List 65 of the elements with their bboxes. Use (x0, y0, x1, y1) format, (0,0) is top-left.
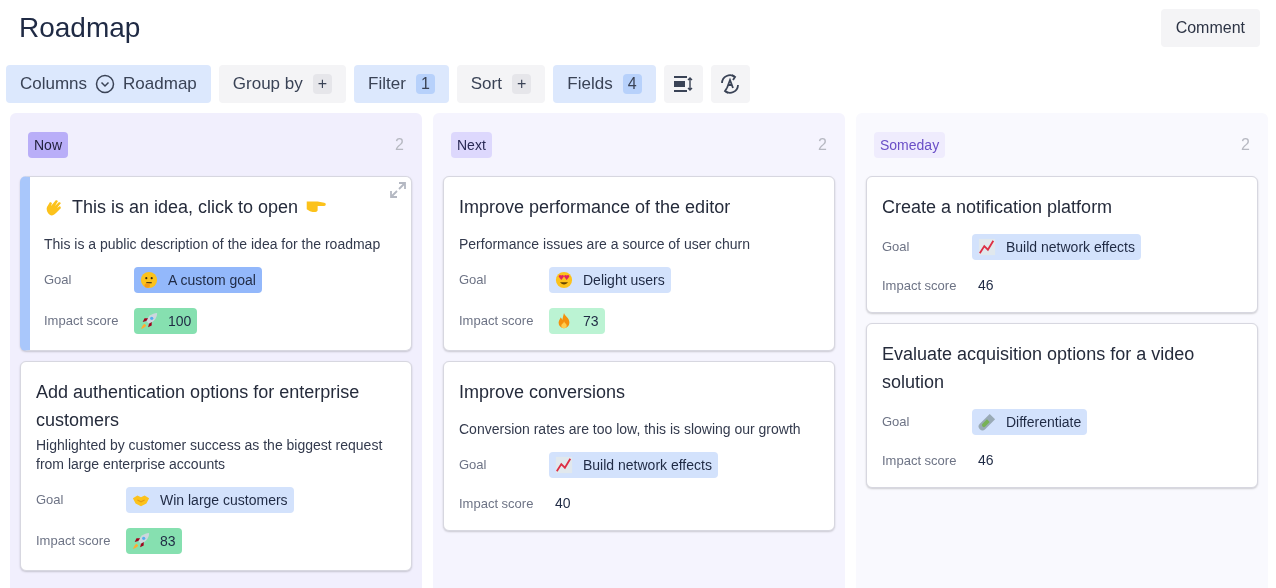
goal-tag[interactable]: Win large customers (126, 487, 294, 513)
idea-card[interactable]: This is an idea, click to open This is a public description of the idea for the roadmap Goal A custom goal Impact score 100 (20, 176, 412, 351)
chevron-down-icon (95, 74, 116, 94)
toolbar-button[interactable]: Filter 1 (354, 65, 449, 103)
field-label: Goal (459, 271, 488, 290)
field-label: Impact score (459, 312, 535, 331)
field-label: Goal (36, 491, 65, 510)
idea-card[interactable]: Add authentication options for enterprise customers Highlighted by customer success as the biggest request from large enterprise accounts Goal Win large customers Impact score 83 (20, 361, 412, 571)
card-count: 2 (1241, 135, 1250, 155)
impact-score-tag: 83 (126, 528, 182, 554)
rocket-icon (140, 312, 158, 330)
goal-tag[interactable]: Delight users (549, 267, 671, 293)
heart-eyes-face-icon (555, 271, 573, 289)
impact-score: 40 (554, 494, 572, 513)
column-tag: Now (28, 132, 68, 158)
test-tube-icon (978, 413, 996, 431)
impact-score-tag: 73 (549, 308, 605, 334)
columns-button[interactable]: Columns Roadmap (6, 65, 211, 103)
impact-score: 46 (977, 451, 995, 470)
goal-tag[interactable]: A custom goal (134, 267, 262, 293)
card-title: Create a notification platform (882, 196, 1113, 219)
field-label: Goal (44, 271, 73, 290)
goal-tag[interactable]: Build network effects (549, 452, 718, 478)
card-title: This is an idea, click to open (72, 196, 299, 219)
impact-score-tag: 100 (134, 308, 198, 334)
card-title: Evaluate acquisition options for a video solution (882, 343, 1196, 394)
idea-card[interactable]: Improve conversions Conversion rates are too low, this is slowing our growth Goal Build network effects Impact score 40 (443, 361, 835, 531)
chart-icon (555, 456, 573, 474)
field-label: Goal (882, 413, 911, 432)
thinking-face-icon (140, 271, 158, 289)
card-title: Add authentication options for enterprise customers (36, 381, 361, 432)
field-label: Impact score (36, 532, 112, 551)
comment-button[interactable]: Comment (1160, 8, 1260, 47)
row-height-icon (673, 74, 694, 94)
field-label: Goal (882, 238, 911, 257)
field-label: Impact score (459, 494, 535, 513)
card-title: Improve conversions (459, 381, 626, 404)
idea-card[interactable]: Evaluate acquisition options for a video solution Goal Differentiate Impact score 46 (866, 323, 1258, 488)
chart-icon (978, 238, 996, 256)
impact-score: 46 (977, 276, 995, 295)
page-title: Roadmap (19, 10, 141, 45)
toolbar-button[interactable]: Sort + (456, 65, 546, 103)
card-count: 2 (818, 135, 827, 155)
pointing-hand-icon (306, 201, 327, 213)
rocket-icon (132, 532, 150, 550)
field-label: Impact score (882, 451, 958, 470)
field-label: Impact score (882, 276, 958, 295)
goal-tag[interactable]: Differentiate (972, 409, 1088, 435)
card-count: 2 (395, 135, 404, 155)
goal-tag[interactable]: Build network effects (972, 234, 1141, 260)
card-title: Improve performance of the editor (459, 196, 731, 219)
card-description: This is a public description of the idea for the roadmap (44, 235, 382, 254)
column-tag: Someday (874, 132, 946, 158)
idea-card[interactable]: Create a notification platform Goal Build network effects Impact score 46 (866, 176, 1258, 313)
toolbar-button[interactable]: Group by + (218, 65, 347, 103)
row-height-button[interactable] (663, 65, 703, 103)
rotate-text-button[interactable] (710, 65, 750, 103)
card-description: Highlighted by customer success as the biggest request from large enterprise accounts (36, 436, 384, 474)
field-label: Goal (459, 456, 488, 475)
column-tag: Next (451, 132, 492, 158)
card-description: Performance issues are a source of user churn (459, 235, 752, 254)
card-description: Conversion rates are too low, this is slowing our growth (459, 420, 802, 439)
toolbar-button[interactable]: Fields 4 (553, 65, 656, 103)
idea-card[interactable]: Improve performance of the editor Performance issues are a source of user churn Goal Delight users Impact score 73 (443, 176, 835, 351)
field-label: Impact score (44, 312, 120, 331)
